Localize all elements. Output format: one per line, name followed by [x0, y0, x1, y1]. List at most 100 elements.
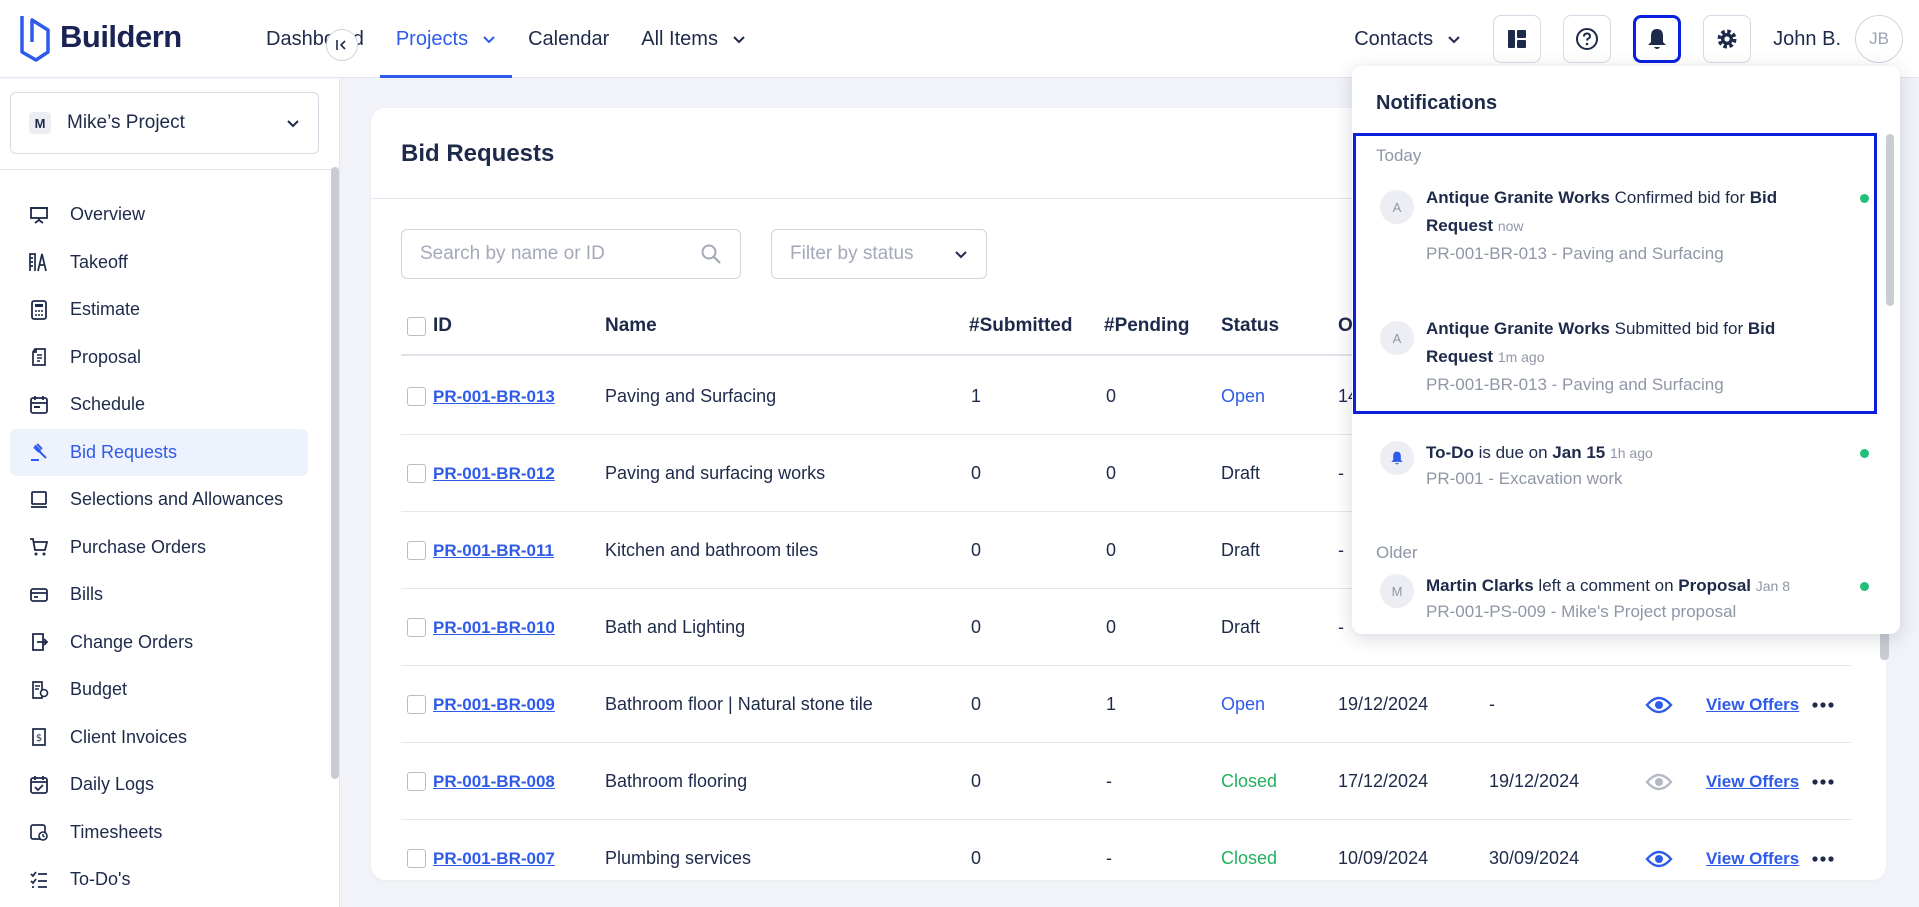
help-button[interactable] — [1563, 15, 1612, 63]
buildern-logo-icon — [20, 16, 50, 62]
row-checkbox[interactable] — [407, 387, 426, 406]
presentation-icon — [28, 204, 50, 226]
row-name: Kitchen and bathroom tiles — [605, 540, 819, 560]
change-orders-icon — [28, 631, 50, 653]
nav-all-items-label: All Items — [641, 27, 718, 50]
view-eye-icon[interactable] — [1645, 743, 1673, 820]
col-pending[interactable]: #Pending — [1104, 296, 1190, 356]
notifications-highlight — [1353, 133, 1877, 414]
notification-time: Jan 8 — [1755, 578, 1791, 594]
row-id-link[interactable]: PR-001-BR-012 — [433, 435, 555, 512]
sidebar-item-overview[interactable]: Overview — [10, 191, 308, 239]
settings-button[interactable] — [1703, 15, 1752, 63]
sidebar-item-timesheets[interactable]: Timesheets — [10, 809, 308, 857]
sidebar-item-to-do-s[interactable]: To-Do's — [10, 856, 308, 904]
budget-icon — [28, 679, 50, 701]
sidebar-item-label: Bills — [70, 584, 104, 605]
row-status: Closed — [1221, 771, 1278, 791]
row-open-date: - — [1338, 540, 1344, 560]
row-checkbox[interactable] — [407, 541, 426, 560]
col-submitted[interactable]: #Submitted — [969, 296, 1072, 356]
row-name: Plumbing services — [605, 848, 752, 868]
row-select-cell — [407, 820, 426, 880]
sidebar-menu: Overview Takeoff Estimate Proposal Schedule B… — [10, 191, 308, 904]
view-offers-link[interactable]: View Offers — [1706, 849, 1799, 869]
sidebar-item-bid-requests[interactable]: Bid Requests — [10, 428, 308, 476]
view-offers-link[interactable]: View Offers — [1706, 772, 1799, 792]
notifications-button[interactable] — [1633, 15, 1682, 63]
nav-dashboard[interactable]: Dashboard — [250, 0, 380, 78]
help-icon — [1576, 28, 1599, 50]
table-row[interactable]: PR-001-BR-008 Bathroom flooring 0 - Closed 17… — [401, 743, 1851, 820]
user-avatar[interactable]: JB — [1855, 15, 1903, 63]
select-all-checkbox[interactable] — [407, 316, 426, 336]
sidebar-item-change-orders[interactable]: Change Orders — [10, 619, 308, 667]
sidebar-item-proposal[interactable]: Proposal — [10, 334, 308, 382]
table-row[interactable]: PR-001-BR-007 Plumbing services 0 - Closed 10… — [401, 820, 1851, 880]
notification-avatar: M — [1380, 574, 1414, 608]
sidebar-item-estimate[interactable]: Estimate — [10, 286, 308, 334]
row-close-date: 19/12/2024 — [1489, 771, 1580, 791]
nav-calendar[interactable]: Calendar — [512, 0, 625, 78]
view-eye-icon[interactable] — [1645, 820, 1673, 880]
contacts-menu[interactable]: Contacts — [1354, 28, 1461, 51]
col-name[interactable]: Name — [605, 296, 657, 356]
row-checkbox[interactable] — [407, 464, 426, 483]
row-pending: 1 — [1106, 694, 1117, 714]
collapse-sidebar-button[interactable] — [326, 29, 358, 61]
row-open-date: 17/12/2024 — [1338, 771, 1429, 791]
app-logo[interactable]: Buildern — [18, 12, 182, 62]
col-status[interactable]: Status — [1221, 296, 1279, 356]
row-id-link[interactable]: PR-001-BR-011 — [433, 512, 554, 589]
sidebar-item-daily-logs[interactable]: Daily Logs — [10, 761, 308, 809]
sidebar-item-takeoff[interactable]: Takeoff — [10, 239, 308, 287]
row-status: Open — [1221, 694, 1266, 714]
nav-projects[interactable]: Projects — [379, 0, 513, 78]
row-checkbox[interactable] — [407, 772, 426, 791]
row-id-link[interactable]: PR-001-BR-007 — [433, 820, 555, 880]
row-open-date: - — [1338, 617, 1344, 637]
view-eye-icon[interactable] — [1645, 666, 1673, 743]
timesheet-icon — [28, 821, 50, 843]
row-checkbox[interactable] — [407, 695, 426, 714]
search-icon — [701, 244, 721, 264]
sidebar-item-schedule[interactable]: Schedule — [10, 381, 308, 429]
row-checkbox[interactable] — [407, 618, 426, 637]
nav-all-items[interactable]: All Items — [625, 0, 762, 78]
app-name: Buildern — [60, 19, 182, 54]
sidebar-divider — [0, 169, 340, 170]
sidebar-scrollbar[interactable] — [331, 167, 339, 779]
row-checkbox[interactable] — [407, 849, 426, 868]
search-input[interactable]: Search by name or ID — [401, 229, 741, 279]
bell-icon — [1380, 441, 1414, 475]
row-id-link[interactable]: PR-001-BR-013 — [433, 358, 555, 435]
row-open-date: 10/09/2024 — [1338, 848, 1429, 868]
row-more-icon[interactable] — [1811, 743, 1835, 820]
row-more-icon[interactable] — [1811, 820, 1835, 880]
notifications-scrollbar[interactable] — [1886, 134, 1894, 306]
sidebar-item-selections-and-allowances[interactable]: Selections and Allowances — [10, 476, 308, 524]
table-row[interactable]: PR-001-BR-009 Bathroom floor | Natural st… — [401, 666, 1851, 743]
status-filter-select[interactable]: Filter by status — [771, 229, 987, 279]
sidebar-item-budget[interactable]: Budget — [10, 666, 308, 714]
sidebar-item-label: Proposal — [70, 346, 142, 367]
sidebar-item-label: Budget — [70, 679, 128, 700]
sidebar-item-label: Purchase Orders — [70, 536, 207, 557]
sidebar-item-bills[interactable]: Bills — [10, 571, 308, 619]
view-offers-link[interactable]: View Offers — [1706, 695, 1799, 715]
sidebar-item-purchase-orders[interactable]: Purchase Orders — [10, 524, 308, 572]
row-id-link[interactable]: PR-001-BR-009 — [433, 666, 555, 743]
todo-icon — [28, 869, 50, 891]
invoice-icon: $ — [28, 726, 50, 748]
row-id-link[interactable]: PR-001-BR-010 — [433, 589, 555, 666]
row-id-link[interactable]: PR-001-BR-008 — [433, 743, 555, 820]
col-id[interactable]: ID — [433, 296, 452, 356]
row-more-icon[interactable] — [1811, 666, 1835, 743]
project-selector[interactable]: M Mike’s Project — [10, 92, 319, 154]
dashboard-layout-button[interactable] — [1493, 15, 1542, 63]
sidebar-item-client-invoices[interactable]: $ Client Invoices — [10, 714, 308, 762]
sidebar-item-label: Overview — [70, 204, 146, 225]
user-name: John B. — [1773, 27, 1841, 50]
row-submitted: 0 — [971, 540, 982, 560]
filter-placeholder: Filter by status — [790, 243, 914, 264]
